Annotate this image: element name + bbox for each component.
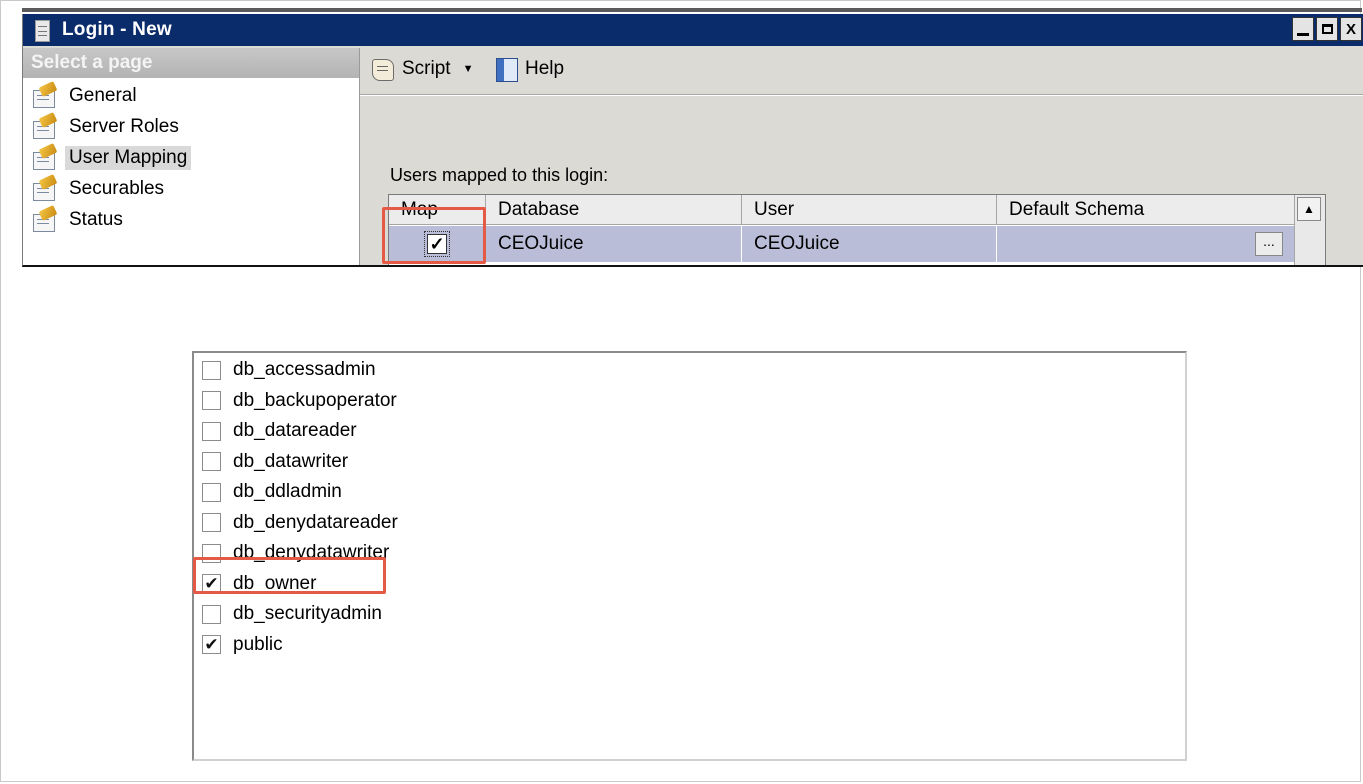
- grid-scrollbar[interactable]: ▲: [1294, 195, 1325, 265]
- role-label: db_datawriter: [233, 450, 349, 472]
- user-cell: CEOJuice: [742, 226, 997, 262]
- role-checkbox[interactable]: [202, 360, 221, 380]
- list-item[interactable]: ✔ public: [202, 630, 398, 661]
- sidebar-item-label: Status: [69, 208, 123, 230]
- help-label: Help: [525, 58, 565, 79]
- maximize-button[interactable]: [1316, 17, 1338, 41]
- minimize-icon: [1297, 32, 1309, 36]
- role-checkbox[interactable]: [202, 513, 221, 533]
- sidebar-item-label: Server Roles: [69, 115, 179, 137]
- users-mapped-label: Users mapped to this login:: [390, 165, 609, 185]
- column-header-user[interactable]: User: [742, 195, 997, 225]
- role-membership-list: db_accessadmin db_backupoperator db_data…: [192, 351, 1187, 761]
- help-icon: [495, 56, 519, 82]
- select-page-header: Select a page: [23, 48, 359, 78]
- db-owner-highlight-box: [193, 557, 386, 594]
- close-button[interactable]: X: [1340, 17, 1362, 41]
- role-checkbox[interactable]: [202, 391, 221, 411]
- page-icon: [31, 142, 58, 170]
- minimize-button[interactable]: [1292, 17, 1314, 41]
- sidebar-item-user-mapping[interactable]: User Mapping: [31, 142, 192, 173]
- list-item[interactable]: db_accessadmin: [202, 355, 398, 386]
- user-mapping-pane: Script ▼ Help Users mapped to this login…: [360, 48, 1363, 265]
- role-label: db_ddladmin: [233, 481, 342, 503]
- login-new-dialog: Login - New X Select a page General Serv…: [22, 14, 1363, 267]
- role-checkbox[interactable]: [202, 482, 221, 502]
- sidebar-item-server-roles[interactable]: Server Roles: [31, 111, 191, 142]
- window-controls: X: [1292, 17, 1362, 41]
- column-header-database[interactable]: Database: [486, 195, 742, 225]
- maximize-icon: [1321, 24, 1333, 34]
- list-item[interactable]: db_ddladmin: [202, 477, 398, 508]
- role-label: db_datareader: [233, 420, 357, 442]
- role-checkbox[interactable]: [202, 421, 221, 441]
- role-label: db_securityadmin: [233, 603, 382, 625]
- role-label: db_denydatareader: [233, 511, 398, 533]
- close-icon: X: [1345, 20, 1356, 38]
- page-icon: [31, 204, 58, 232]
- toolbar: Script ▼ Help: [360, 48, 1363, 95]
- list-item[interactable]: db_datareader: [202, 416, 398, 447]
- sidebar-item-general[interactable]: General: [31, 80, 191, 111]
- sidebar-item-label: User Mapping: [65, 145, 192, 170]
- chevron-down-icon[interactable]: ▼: [463, 63, 474, 75]
- sidebar-item-label: Securables: [69, 177, 165, 199]
- list-item[interactable]: db_backupoperator: [202, 386, 398, 417]
- list-item[interactable]: db_securityadmin: [202, 599, 398, 630]
- page-list: General Server Roles User Mapping Secura…: [31, 80, 192, 235]
- page-icon: [31, 80, 58, 108]
- sidebar-item-status[interactable]: Status: [31, 204, 191, 235]
- page-icon: [31, 111, 58, 139]
- script-label: Script: [402, 58, 451, 79]
- user-mapping-grid: Map Database User Default Schema ✓ CEOJu…: [388, 194, 1326, 265]
- page-icon: [31, 173, 58, 201]
- role-checkbox[interactable]: ✔: [202, 635, 221, 655]
- script-button[interactable]: Script ▼: [370, 56, 473, 82]
- role-label: public: [233, 633, 283, 655]
- list-item[interactable]: db_datawriter: [202, 447, 398, 478]
- browse-schema-button[interactable]: ...: [1255, 232, 1283, 256]
- role-label: db_accessadmin: [233, 359, 376, 381]
- select-page-pane: Select a page General Server Roles User …: [23, 48, 360, 265]
- roles-list: db_accessadmin db_backupoperator db_data…: [202, 355, 398, 660]
- document-icon: [35, 20, 50, 42]
- script-icon: [370, 56, 396, 82]
- default-schema-cell[interactable]: [997, 226, 1297, 262]
- role-label: db_backupoperator: [233, 389, 397, 411]
- role-checkbox[interactable]: [202, 452, 221, 472]
- help-button[interactable]: Help: [495, 56, 564, 82]
- title-bar[interactable]: Login - New X: [23, 14, 1363, 46]
- list-item[interactable]: db_denydatareader: [202, 508, 398, 539]
- grid-header: Map Database User Default Schema: [389, 195, 1325, 225]
- role-checkbox[interactable]: [202, 604, 221, 624]
- column-header-default-schema[interactable]: Default Schema: [997, 195, 1297, 225]
- scroll-up-icon[interactable]: ▲: [1297, 197, 1321, 221]
- top-divider: [22, 8, 1362, 12]
- map-highlight-box: [382, 207, 486, 264]
- database-cell: CEOJuice: [486, 226, 742, 262]
- sidebar-item-securables[interactable]: Securables: [31, 173, 191, 204]
- sidebar-item-label: General: [69, 84, 137, 106]
- table-row[interactable]: ✓ CEOJuice CEOJuice ...: [389, 226, 1325, 262]
- window-title: Login - New: [62, 19, 172, 40]
